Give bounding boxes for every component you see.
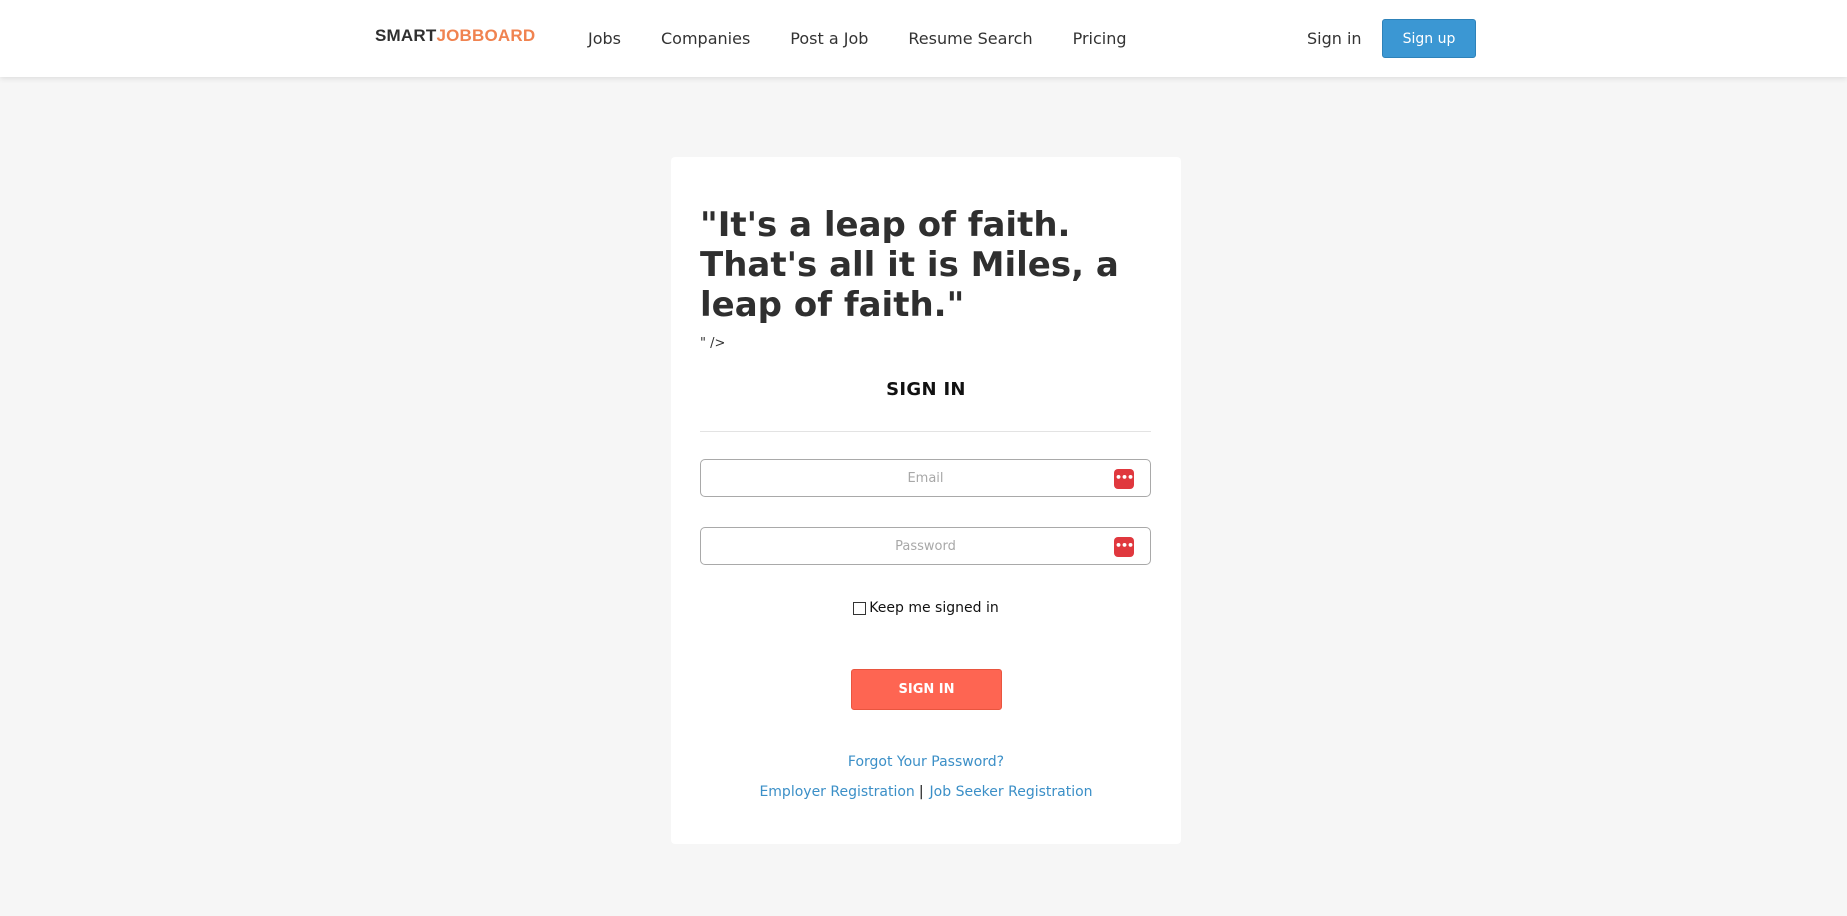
- sign-in-submit-button[interactable]: SIGN IN: [851, 669, 1002, 710]
- nav-resume-search[interactable]: Resume Search: [908, 29, 1032, 48]
- email-input[interactable]: [701, 460, 1150, 496]
- nav-post-a-job[interactable]: Post a Job: [790, 29, 868, 48]
- keep-signed-in-label[interactable]: Keep me signed in: [869, 600, 998, 616]
- registration-links: Employer Registration | Job Seeker Registr…: [671, 784, 1181, 800]
- registration-separator: |: [918, 784, 924, 800]
- sign-in-title: SIGN IN: [886, 379, 966, 400]
- job-seeker-registration-link[interactable]: Job Seeker Registration: [930, 784, 1093, 800]
- logo-text-smart: SMART: [375, 26, 437, 45]
- nav-pricing[interactable]: Pricing: [1073, 29, 1127, 48]
- password-input[interactable]: [701, 528, 1150, 564]
- password-manager-icon[interactable]: •••: [1114, 469, 1134, 489]
- email-field-wrapper: •••: [700, 459, 1151, 497]
- keep-signed-in-row: Keep me signed in: [671, 600, 1181, 616]
- site-header: SMARTJOBBOARD Jobs Companies Post a Job …: [0, 0, 1847, 77]
- password-field-wrapper: •••: [700, 527, 1151, 565]
- employer-registration-link[interactable]: Employer Registration: [759, 784, 914, 800]
- stray-markup-text: " />: [700, 336, 726, 351]
- main-nav: Jobs Companies Post a Job Resume Search …: [588, 29, 1167, 48]
- nav-companies[interactable]: Companies: [661, 29, 750, 48]
- title-divider: [700, 431, 1151, 432]
- nav-jobs[interactable]: Jobs: [588, 29, 621, 48]
- forgot-password-row: Forgot Your Password?: [671, 754, 1181, 770]
- password-manager-icon[interactable]: •••: [1114, 537, 1134, 557]
- sign-in-card: "It's a leap of faith. That's all it is …: [671, 157, 1181, 844]
- site-logo[interactable]: SMARTJOBBOARD: [375, 26, 535, 46]
- quote-heading: "It's a leap of faith. That's all it is …: [700, 205, 1119, 325]
- header-sign-in-link[interactable]: Sign in: [1307, 29, 1362, 48]
- keep-signed-in-checkbox[interactable]: [853, 601, 867, 615]
- forgot-password-link[interactable]: Forgot Your Password?: [848, 754, 1004, 770]
- logo-text-jobboard: JOBBOARD: [436, 26, 536, 45]
- sign-up-button[interactable]: Sign up: [1382, 19, 1476, 58]
